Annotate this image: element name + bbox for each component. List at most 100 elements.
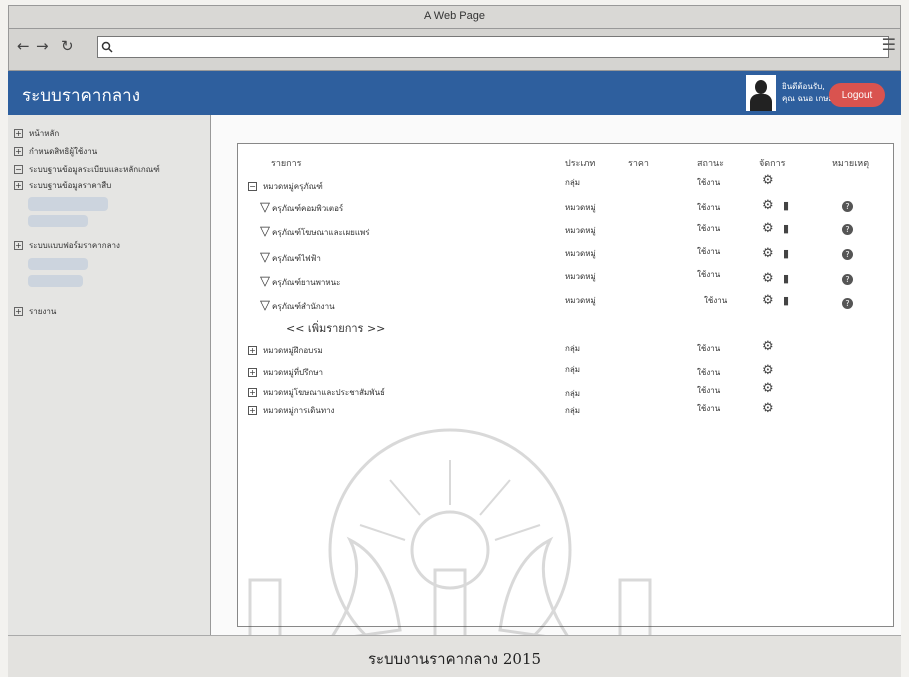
gear-icon[interactable]: ⚙ [762, 402, 774, 415]
gear-icon[interactable]: ⚙ [762, 364, 774, 377]
menu-icon[interactable]: ☰ [882, 35, 896, 54]
gear-icon[interactable]: ⚙ [762, 294, 774, 307]
col-header-status: สถานะ [697, 159, 724, 169]
app-header: ระบบราคากลาง ยินดีต้อนรับ, คุณ ฉนอ เกษมส… [8, 71, 901, 115]
table-row[interactable]: + หมวดหมู่โฆษณาและประชาสัมพันธ์ [248, 386, 385, 399]
sidebar-item-home[interactable]: + หน้าหลัก [14, 127, 59, 140]
row-name: หมวดหมู่ครุภัณฑ์ [263, 182, 323, 191]
gear-icon[interactable]: ⚙ [762, 222, 774, 235]
table-row[interactable]: ▽ ครุภัณฑ์สำนักงาน [260, 298, 335, 313]
table-row[interactable]: ▽ ครุภัณฑ์ไฟฟ้า [260, 250, 321, 265]
sidebar-item-permissions[interactable]: + กำหนดสิทธิผู้ใช้งาน [14, 145, 97, 158]
window-titlebar: A Web Page [8, 5, 901, 29]
row-name: ครุภัณฑ์ไฟฟ้า [272, 254, 321, 263]
blurred-item [28, 197, 108, 211]
sidebar-item-label: หน้าหลัก [29, 129, 60, 138]
row-status: ใช้งาน [697, 368, 721, 377]
gear-icon[interactable]: ⚙ [762, 174, 774, 187]
row-status: ใช้งาน [697, 404, 721, 413]
row-name: ครุภัณฑ์คอมพิวเตอร์ [272, 204, 344, 213]
blurred-item [28, 275, 83, 287]
url-input[interactable] [97, 36, 889, 58]
expand-icon: + [14, 241, 23, 250]
table-row[interactable]: + หมวดหมู่ฝึกอบรม [248, 344, 323, 357]
gear-icon[interactable]: ⚙ [762, 247, 774, 260]
gear-icon[interactable]: ⚙ [762, 199, 774, 212]
row-status: ใช้งาน [697, 270, 721, 279]
table-row[interactable]: ▽ ครุภัณฑ์ยานพาหนะ [260, 274, 340, 289]
expand-icon[interactable]: + [248, 346, 257, 355]
expand-icon: + [14, 307, 23, 316]
row-status: ใช้งาน [697, 203, 721, 212]
help-icon[interactable]: ? [842, 274, 853, 285]
table-row[interactable]: − หมวดหมู่ครุภัณฑ์ [248, 180, 323, 193]
footer: ระบบงานราคากลาง 2015 [8, 635, 901, 677]
triangle-icon: ▽ [260, 224, 270, 239]
trash-icon[interactable]: ▮ [783, 294, 789, 307]
row-status: ใช้งาน [697, 344, 721, 353]
table-row[interactable]: ▽ ครุภัณฑ์คอมพิวเตอร์ [260, 200, 343, 215]
help-icon[interactable]: ? [842, 201, 853, 212]
sidebar-item-regulations[interactable]: − ระบบฐานข้อมูลระเบียบและหลักเกณฑ์ [14, 163, 160, 176]
col-header-type: ประเภท [565, 159, 596, 169]
row-type: หมวดหมู่ [565, 226, 596, 235]
row-type: หมวดหมู่ [565, 296, 596, 305]
expand-icon: + [14, 129, 23, 138]
col-header-manage: จัดการ [759, 159, 786, 169]
col-header-name: รายการ [271, 159, 302, 169]
forward-button[interactable]: → [36, 37, 49, 55]
row-status: ใช้งาน [697, 386, 721, 395]
triangle-icon: ▽ [260, 200, 270, 215]
reload-button[interactable]: ↻ [61, 37, 74, 55]
expand-icon[interactable]: + [248, 388, 257, 397]
trash-icon[interactable]: ▮ [783, 272, 789, 285]
gear-icon[interactable]: ⚙ [762, 382, 774, 395]
blurred-item [28, 215, 88, 227]
triangle-icon: ▽ [260, 250, 270, 265]
row-type: กลุ่ม [565, 389, 581, 398]
row-type: กลุ่ม [565, 365, 581, 374]
table-row[interactable]: ▽ ครุภัณฑ์โฆษณาและเผยแพร่ [260, 224, 370, 239]
row-type: กลุ่ม [565, 178, 581, 187]
col-header-note: หมายเหตุ [832, 159, 870, 169]
blurred-item [28, 258, 88, 270]
expand-icon: + [14, 147, 23, 156]
row-type: หมวดหมู่ [565, 272, 596, 281]
expand-icon: + [14, 181, 23, 190]
avatar [746, 75, 776, 111]
add-item-link[interactable]: << เพิ่มรายการ >> [286, 319, 385, 337]
search-icon [101, 41, 113, 53]
row-type: หมวดหมู่ [565, 203, 596, 212]
help-icon[interactable]: ? [842, 224, 853, 235]
footer-text: ระบบงานราคากลาง 2015 [367, 650, 542, 668]
help-icon[interactable]: ? [842, 298, 853, 309]
row-type: กลุ่ม [565, 344, 581, 353]
row-name: ครุภัณฑ์สำนักงาน [272, 302, 335, 311]
row-status: ใช้งาน [697, 247, 721, 256]
help-icon[interactable]: ? [842, 249, 853, 260]
trash-icon[interactable]: ▮ [783, 199, 789, 212]
collapse-icon[interactable]: − [248, 182, 257, 191]
row-name: ครุภัณฑ์โฆษณาและเผยแพร่ [272, 228, 370, 237]
trash-icon[interactable]: ▮ [783, 247, 789, 260]
row-name: หมวดหมู่โฆษณาและประชาสัมพันธ์ [263, 388, 385, 397]
row-type: หมวดหมู่ [565, 249, 596, 258]
row-status: ใช้งาน [697, 178, 721, 187]
trash-icon[interactable]: ▮ [783, 222, 789, 235]
sidebar-item-reports[interactable]: + รายงาน [14, 305, 56, 318]
app-title: ระบบราคากลาง [22, 86, 140, 106]
expand-icon[interactable]: + [248, 368, 257, 377]
back-button[interactable]: ← [17, 37, 30, 55]
row-status: ใช้งาน [704, 296, 728, 305]
sidebar-item-forms[interactable]: + ระบบแบบฟอร์มราคากลาง [14, 239, 120, 252]
gear-icon[interactable]: ⚙ [762, 340, 774, 353]
browser-toolbar: ← → ↻ ☰ [8, 29, 901, 71]
gear-icon[interactable]: ⚙ [762, 272, 774, 285]
sidebar-item-label: ระบบฐานข้อมูลราคาสืบ [29, 181, 112, 190]
sidebar-item-label: รายงาน [29, 307, 57, 316]
col-header-price: ราคา [628, 159, 649, 169]
table-row[interactable]: + หมวดหมู่ที่ปรึกษา [248, 366, 323, 379]
sidebar-item-price-db[interactable]: + ระบบฐานข้อมูลราคาสืบ [14, 179, 111, 192]
logout-button[interactable]: Logout [829, 83, 885, 107]
window-title: A Web Page [424, 10, 485, 22]
